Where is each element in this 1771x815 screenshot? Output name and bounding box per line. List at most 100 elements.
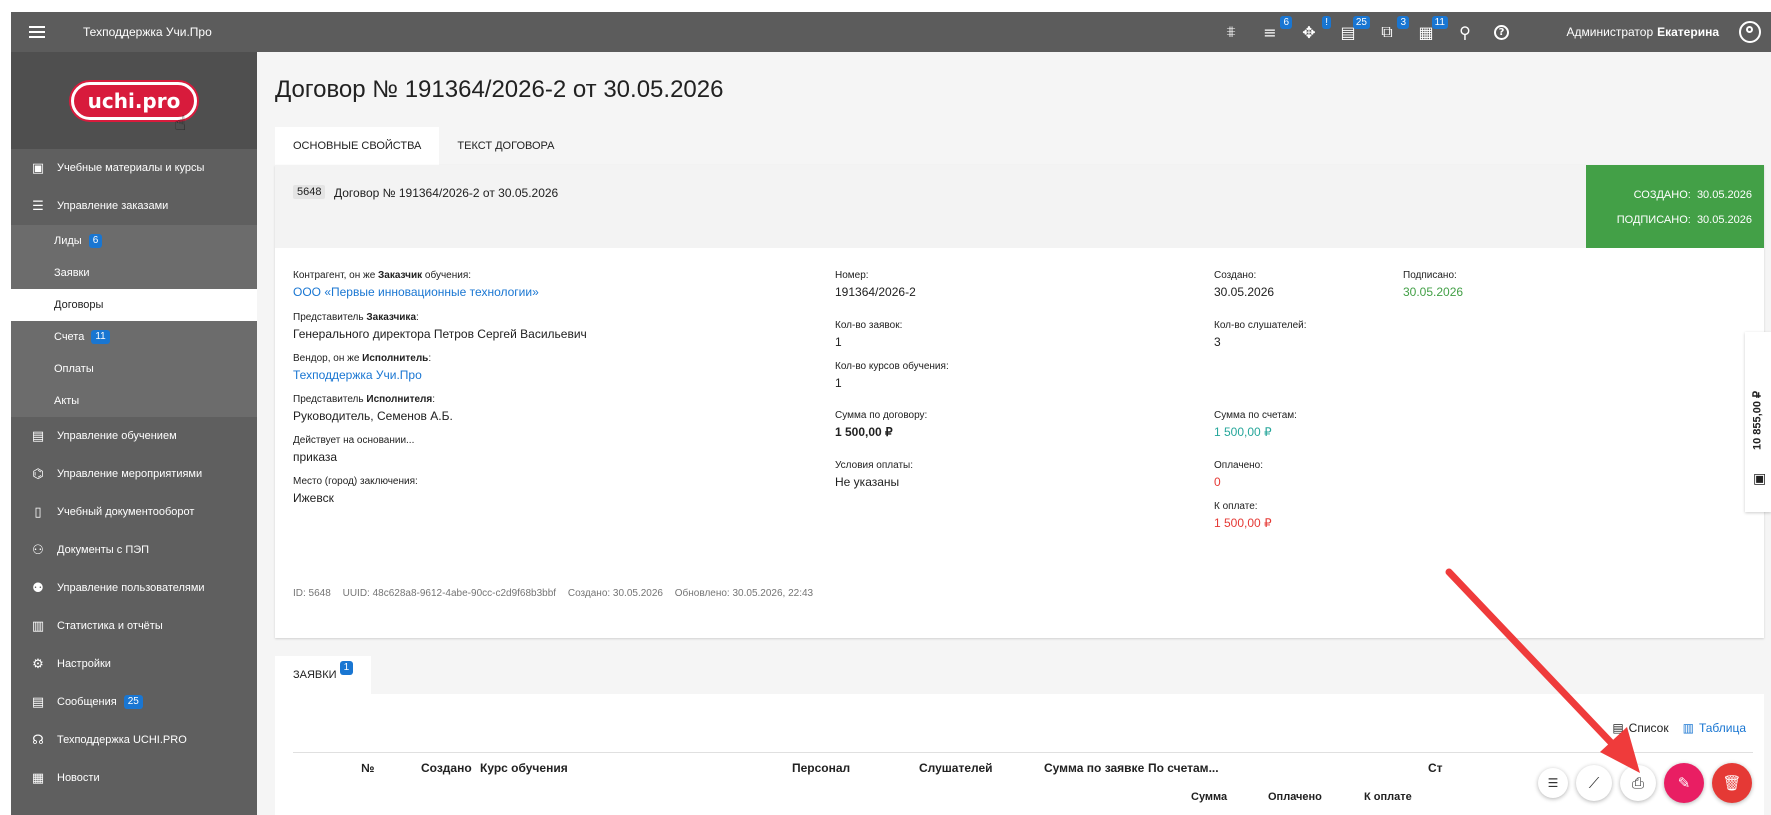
message-icon: ▤ xyxy=(31,694,45,710)
logo-text: uchi.pro xyxy=(87,88,181,113)
contract-card: 5648 Договор № 191364/2026-2 от 30.05.20… xyxy=(275,165,1764,638)
share-badge: 3 xyxy=(1397,16,1409,29)
field-label: Кол-во курсов обучения: xyxy=(835,361,949,372)
listeners-field: Кол-во слушателей: 3 xyxy=(1214,320,1307,349)
trend-icon[interactable]: ⟋ xyxy=(1576,765,1612,801)
field-value: Генерального директора Петров Сергей Вас… xyxy=(293,327,587,341)
column-header[interactable]: Ст xyxy=(1428,761,1443,775)
delete-icon[interactable]: 🗑 xyxy=(1712,763,1752,803)
account-icon[interactable] xyxy=(1739,21,1761,43)
count-badge: 6 xyxy=(88,234,103,248)
vendor-link[interactable]: Техподдержка Учи.Про xyxy=(293,368,431,382)
sidebar-subitem-contracts[interactable]: Договоры xyxy=(11,289,257,321)
help-icon[interactable]: ? xyxy=(1494,24,1509,40)
action-buttons: ☰ ⟋ ⎙ ✎ 🗑 xyxy=(1538,763,1752,803)
sidebar-item-users[interactable]: ⚉ Управление пользователями xyxy=(11,569,257,607)
user-menu[interactable]: Администратор Екатерина xyxy=(1567,12,1719,52)
sidebar-item-orders[interactable]: ☰ Управление заказами xyxy=(11,187,257,225)
created-value: 30.05.2026 xyxy=(1696,189,1752,201)
print-icon[interactable]: ⎙ xyxy=(1620,765,1656,801)
sidebar-item-docflow[interactable]: ▯ Учебный документооборот xyxy=(11,493,257,531)
balance-side-tab[interactable]: 10 855,00 ₽ ▣ xyxy=(1745,332,1771,512)
basis-field: Действует на основании... приказа xyxy=(293,435,414,464)
list-icon[interactable]: ☰ xyxy=(1538,768,1568,798)
column-subheader[interactable]: Оплачено xyxy=(1268,791,1322,803)
sidebar-subitem-label: Лиды xyxy=(54,235,82,247)
field-label: Действует на основании... xyxy=(293,435,415,446)
field-label: Условия оплаты: xyxy=(835,460,913,471)
sidebar-item-label: Сообщения xyxy=(57,696,117,708)
field-value: 1 xyxy=(835,335,842,349)
list-icon: ☰ xyxy=(32,198,44,214)
top-bar: Техподдержка Учи.Про ⩨ ≡ 6 ✥! ▤ 25 ⧉ 3 ▦ 11 … xyxy=(11,12,1771,52)
sidebar-item-pep-docs[interactable]: ⚇ Документы с ПЭП xyxy=(11,531,257,569)
column-header[interactable]: Создано xyxy=(421,761,472,775)
sidebar-item-events[interactable]: ⌬ Управление мероприятиями xyxy=(11,455,257,493)
field-value: 1 500,00 ₽ xyxy=(1214,425,1272,439)
tabs: Основные свойства Текст договора xyxy=(275,127,572,165)
podium-icon[interactable]: ⩨ xyxy=(1221,22,1241,42)
counterparty-link[interactable]: ООО «Первые инновационные технологии» xyxy=(293,285,539,299)
field-value: Ижевск xyxy=(293,491,334,505)
tab-contract-text[interactable]: Текст договора xyxy=(439,127,572,165)
column-subheader[interactable]: К оплате xyxy=(1364,791,1412,803)
sidebar-subitem-leads[interactable]: Лиды 6 xyxy=(11,225,257,257)
field-value: 191364/2026-2 xyxy=(835,285,916,299)
pointer-hand-icon: ☝ xyxy=(174,110,187,135)
sidebar-subitem-invoices[interactable]: Счета 11 xyxy=(11,321,257,353)
menu-icon[interactable] xyxy=(17,12,57,52)
user-name: Екатерина xyxy=(1657,25,1719,39)
sidebar-item-label: Управление заказами xyxy=(57,200,169,212)
column-header[interactable]: Слушателей xyxy=(919,761,993,775)
sidebar-item-education[interactable]: ▤ Управление обучением xyxy=(11,417,257,455)
share-icon[interactable]: ⧉ 3 xyxy=(1377,16,1409,42)
sidebar-item-stats[interactable]: ▥ Статистика и отчёты xyxy=(11,607,257,645)
sidebar-item-messages[interactable]: ▤ Сообщения 25 xyxy=(11,683,257,721)
view-table-button[interactable]: ▥ Таблица xyxy=(1683,721,1746,735)
column-header[interactable]: Курс обучения xyxy=(480,761,568,775)
field-value: 3 xyxy=(1214,335,1221,349)
edit-icon[interactable]: ✎ xyxy=(1664,763,1704,803)
user-role: Администратор xyxy=(1566,25,1654,39)
logo[interactable]: uchi.pro ☝ xyxy=(70,81,198,135)
tab-orders-label: ЗАЯВКИ xyxy=(293,669,337,681)
puzzle-badge: ! xyxy=(1322,16,1331,29)
lightbulb-icon[interactable]: ⚲ xyxy=(1455,22,1475,42)
tab-main-properties[interactable]: Основные свойства xyxy=(275,127,440,165)
card-header: 5648 Договор № 191364/2026-2 от 30.05.20… xyxy=(275,165,1764,248)
field-label: Номер: xyxy=(835,270,869,281)
column-header[interactable]: Персонал xyxy=(792,761,850,775)
view-list-button[interactable]: ▤ Список xyxy=(1612,721,1668,735)
wallet-icon: ▣ xyxy=(1753,470,1767,486)
tab-orders[interactable]: ЗАЯВКИ 1 xyxy=(275,656,372,694)
signed-value: 30.05.2026 xyxy=(1696,214,1752,226)
sidebar-subitem-label: Заявки xyxy=(54,267,90,279)
sidebar-subitem-requests[interactable]: Заявки xyxy=(11,257,257,289)
sidebar-subitem-payments[interactable]: Оплаты xyxy=(11,353,257,385)
status-box: СОЗДАНО: 30.05.2026 ПОДПИСАНО: 30.05.202… xyxy=(1586,165,1764,248)
to-pay-field: К оплате: 1 500,00 ₽ xyxy=(1214,501,1272,530)
field-label: Подписано: xyxy=(1403,270,1457,281)
column-header[interactable]: По счетам... xyxy=(1148,761,1219,775)
column-subheader[interactable]: Сумма xyxy=(1191,791,1227,803)
column-header[interactable]: № xyxy=(361,761,374,775)
sidebar-subitem-label: Счета xyxy=(54,331,85,343)
counterparty-field: Контрагент, он же Заказчик обучения: ООО… xyxy=(293,270,539,299)
column-header[interactable]: Сумма по заявке xyxy=(1044,761,1144,775)
sidebar-item-news[interactable]: ▦ Новости xyxy=(11,759,257,797)
app-title[interactable]: Техподдержка Учи.Про xyxy=(83,25,212,39)
sidebar-item-label: Документы с ПЭП xyxy=(57,544,150,556)
users-icon: ⚉ xyxy=(32,580,44,596)
news-icon[interactable]: ▦ 11 xyxy=(1416,16,1448,42)
sidebar-item-settings[interactable]: ⚙ Настройки xyxy=(11,645,257,683)
sidebar-item-materials[interactable]: ▣ Учебные материалы и курсы xyxy=(11,149,257,187)
sidebar-item-support[interactable]: ☊ Техподдержка UCHI.PRO xyxy=(11,721,257,759)
record-meta: ID: 5648 UUID: 48c628a8-9612-4abe-90cc-c… xyxy=(293,588,822,599)
messages-icon[interactable]: ▤ 25 xyxy=(1338,16,1370,42)
sidebar-subitem-label: Акты xyxy=(54,395,80,407)
sidebar-subitem-acts[interactable]: Акты xyxy=(11,385,257,417)
queue-icon[interactable]: ≡ 6 xyxy=(1260,16,1292,42)
field-value: Не указаны xyxy=(835,475,900,489)
puzzle-icon[interactable]: ✥! xyxy=(1299,16,1331,42)
sidebar-subitem-label: Оплаты xyxy=(54,363,94,375)
